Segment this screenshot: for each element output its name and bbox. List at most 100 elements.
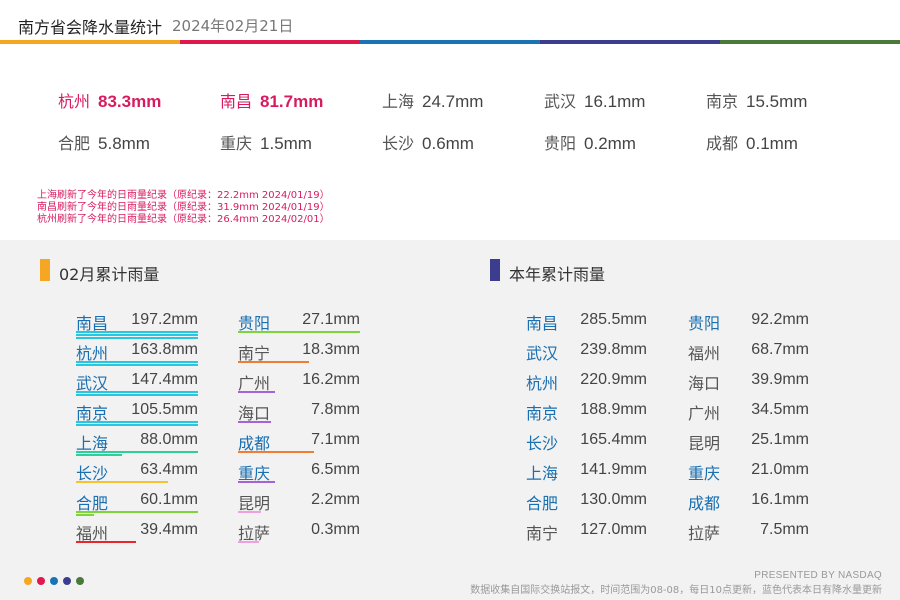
rain-bar [238, 421, 271, 423]
month-section-title: 02月累计雨量 [59, 265, 160, 284]
rain-row-value: 16.1mm [751, 491, 809, 508]
today-city-value: 5.8mm [98, 134, 150, 153]
rain-bar [238, 391, 275, 393]
rain-row: 贵阳 92.2mm [688, 310, 810, 340]
rain-row: 长沙 63.4mm [76, 460, 198, 490]
rain-row-city: 上海 [526, 464, 559, 483]
rain-row-city: 南昌 [526, 314, 559, 333]
rain-row: 福州 68.7mm [688, 340, 810, 370]
today-city-name: 合肥 [58, 134, 91, 153]
today-city-name: 重庆 [220, 134, 253, 153]
page-title: 南方省会降水量统计 [18, 18, 163, 37]
footer-dot [63, 577, 71, 585]
today-city-name: 上海 [382, 92, 415, 111]
rain-row-value: 163.8mm [131, 341, 198, 358]
rain-row: 贵阳 27.1mm [238, 310, 360, 340]
rain-row: 武汉 239.8mm [526, 340, 648, 370]
rain-bar [76, 514, 94, 516]
rain-row-value: 27.1mm [302, 311, 360, 328]
rain-row: 重庆 21.0mm [688, 460, 810, 490]
rain-row-value: 18.3mm [302, 341, 360, 358]
rain-row-value: 197.2mm [131, 311, 198, 328]
rain-row-city: 福州 [688, 344, 721, 363]
rain-bar [76, 337, 198, 339]
today-city-value: 1.5mm [260, 134, 312, 153]
rain-row: 福州 39.4mm [76, 520, 198, 550]
rain-row-value: 147.4mm [131, 371, 198, 388]
rain-row: 海口 39.9mm [688, 370, 810, 400]
rain-row: 成都 16.1mm [688, 490, 810, 520]
record-note: 南昌刷新了今年的日雨量纪录（原纪录：31.9mm 2024/01/19） [37, 202, 330, 213]
rain-row: 上海 141.9mm [526, 460, 648, 490]
rain-row-city: 南京 [526, 404, 559, 423]
today-city-name: 贵阳 [544, 134, 577, 153]
rain-row-value: 68.7mm [751, 341, 809, 358]
rain-bar [76, 511, 198, 513]
rain-bar [76, 394, 198, 396]
rain-row-value: 60.1mm [140, 491, 198, 508]
rain-row: 南昌 197.2mm [76, 310, 198, 340]
rain-row: 拉萨 0.3mm [238, 520, 360, 550]
rain-row: 合肥 130.0mm [526, 490, 648, 520]
rain-bar [76, 424, 198, 426]
footer-note: 数据收集自国际交换站报文，时间范围为08-08，每日10点更新，蓝色代表本日有降… [470, 585, 882, 596]
rain-row-value: 127.0mm [580, 521, 647, 538]
presented-by: PRESENTED BY NASDAQ [754, 570, 882, 581]
accumulated-panel: 02月累计雨量 本年累计雨量 南昌 197.2mm 杭州 163.8mm 武汉 147.4… [0, 240, 900, 600]
rain-row-value: 21.0mm [751, 461, 809, 478]
rain-row-city: 昆明 [688, 434, 721, 453]
rain-row-value: 7.5mm [760, 521, 809, 538]
rain-row-city: 长沙 [526, 434, 559, 453]
rain-row-city: 重庆 [688, 464, 721, 483]
rain-row-city: 海口 [688, 374, 721, 393]
today-city: 长沙 0.6mm [382, 130, 474, 154]
footer-dot [50, 577, 58, 585]
rain-row-value: 7.1mm [311, 431, 360, 448]
year-section-title: 本年累计雨量 [509, 265, 606, 284]
today-city-value: 0.2mm [584, 134, 636, 153]
today-city: 成都 0.1mm [706, 130, 798, 154]
rain-row: 合肥 60.1mm [76, 490, 198, 520]
rain-row-value: 34.5mm [751, 401, 809, 418]
rain-row-value: 16.2mm [302, 371, 360, 388]
rain-bar [238, 361, 309, 363]
rain-bar [76, 454, 122, 456]
rain-row-value: 88.0mm [140, 431, 198, 448]
rain-bar [238, 451, 314, 453]
month-section-marker [40, 259, 50, 281]
rain-row-city: 广州 [688, 404, 721, 423]
rain-row-city: 武汉 [526, 344, 559, 363]
today-city-name: 南京 [706, 92, 739, 111]
rain-row-value: 130.0mm [580, 491, 647, 508]
today-city-name: 长沙 [382, 134, 415, 153]
rain-row: 海口 7.8mm [238, 400, 360, 430]
rain-row-value: 7.8mm [311, 401, 360, 418]
rain-bar [76, 541, 136, 543]
footer-dot [76, 577, 84, 585]
today-city-value: 0.6mm [422, 134, 474, 153]
rain-row: 长沙 165.4mm [526, 430, 648, 460]
rain-row-value: 239.8mm [580, 341, 647, 358]
rain-row-value: 2.2mm [311, 491, 360, 508]
rain-row-city: 合肥 [526, 494, 559, 513]
today-city: 贵阳 0.2mm [544, 130, 636, 154]
rain-row-value: 220.9mm [580, 371, 647, 388]
rain-row: 南宁 18.3mm [238, 340, 360, 370]
rain-row: 杭州 220.9mm [526, 370, 648, 400]
rain-bar [238, 331, 360, 333]
rain-row: 南宁 127.0mm [526, 520, 648, 550]
rain-row: 成都 7.1mm [238, 430, 360, 460]
rain-bar [76, 391, 198, 393]
footer-dots [24, 577, 84, 585]
footer-dot [37, 577, 45, 585]
today-city-value: 0.1mm [746, 134, 798, 153]
rain-row-city: 成都 [688, 494, 721, 513]
year-section-marker [490, 259, 500, 281]
today-city-name: 南昌 [220, 92, 253, 111]
footer-dot [24, 577, 32, 585]
rain-row: 昆明 2.2mm [238, 490, 360, 520]
today-city-value: 24.7mm [422, 92, 484, 111]
rain-row-value: 188.9mm [580, 401, 647, 418]
rain-row-value: 39.9mm [751, 371, 809, 388]
today-city-value: 81.7mm [260, 92, 324, 111]
